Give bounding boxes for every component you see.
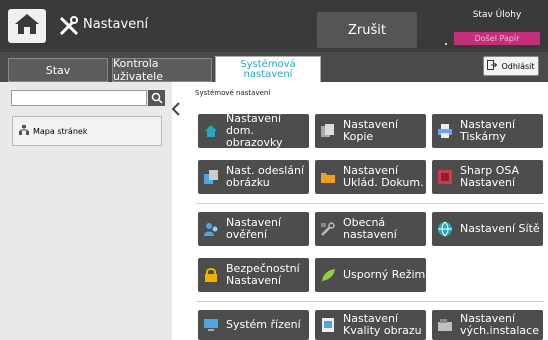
tile-document-filing-settings[interactable]: Nastavení Uklád. Dokum. xyxy=(315,160,426,194)
logout-icon xyxy=(487,60,498,72)
folder-icon xyxy=(319,168,337,186)
job-status-badge: Došel Papír xyxy=(454,32,540,45)
search-input[interactable] xyxy=(11,90,147,106)
home-icon xyxy=(14,13,40,39)
tile-label: Nastavení Uklád. Dokum. xyxy=(343,165,424,189)
system-control-icon xyxy=(202,316,220,334)
tile-label: Obecná nastavení xyxy=(343,217,397,241)
eco-leaf-icon xyxy=(319,266,337,284)
home-icon xyxy=(202,122,220,140)
collapse-sidebar-button[interactable] xyxy=(171,101,181,120)
search-icon xyxy=(151,89,163,108)
tile-label: Nastavení Sítě xyxy=(460,223,540,235)
tab-system-settings[interactable]: Systémová nastavení xyxy=(215,56,321,82)
home-button[interactable] xyxy=(8,9,46,43)
logout-label: Odhlásit xyxy=(501,61,535,71)
tab-status[interactable]: Stav xyxy=(8,58,108,82)
logout-button[interactable]: Odhlásit xyxy=(483,56,539,76)
tile-label: Nastavení ověření xyxy=(226,217,282,241)
indicator-dot xyxy=(445,43,447,45)
tile-sharp-osa-settings[interactable]: Sharp OSA Nastavení xyxy=(432,160,543,194)
sidebar-item-sitemap[interactable]: Mapa stránek xyxy=(12,116,162,146)
search-button[interactable] xyxy=(148,90,165,106)
tab-user-control[interactable]: Kontrola uživatele xyxy=(112,57,212,83)
tile-label: Systém řízení xyxy=(226,319,301,331)
settings-tools-icon xyxy=(56,13,82,39)
group-divider xyxy=(196,203,544,204)
send-image-icon xyxy=(202,168,220,186)
copy-icon xyxy=(319,122,337,140)
tile-default-install-settings[interactable]: Nastavení vých.instalace xyxy=(432,310,543,340)
tile-security-settings[interactable]: Bezpečnostní Nastavení xyxy=(198,258,309,292)
network-icon xyxy=(436,220,454,238)
default-install-icon xyxy=(436,316,454,334)
tile-home-screen-settings[interactable]: Nastavení dom. obrazovky xyxy=(198,113,309,149)
tile-copy-settings[interactable]: Nastavení Kopie xyxy=(315,114,426,148)
tile-general-settings[interactable]: Obecná nastavení xyxy=(315,212,426,246)
chevron-left-icon xyxy=(171,101,180,120)
group-divider xyxy=(196,301,544,302)
tile-energy-save[interactable]: Úsporný Režim xyxy=(315,258,426,292)
tile-network-settings[interactable]: Nastavení Sítě xyxy=(432,212,543,246)
tile-label: Nastavení Kvality obrazu xyxy=(343,313,422,337)
sitemap-label: Mapa stránek xyxy=(33,126,88,136)
page-title: Nastavení xyxy=(83,17,149,32)
tile-label: Bezpečnostní Nastavení xyxy=(226,263,300,287)
tile-label: Nastavení Kopie xyxy=(343,119,399,143)
tile-label: Úsporný Režim xyxy=(343,269,426,281)
printer-icon xyxy=(436,122,454,140)
tile-label: Nast. odeslání obrázku xyxy=(226,165,305,189)
tile-authentication-settings[interactable]: Nastavení ověření xyxy=(198,212,309,246)
tile-system-control[interactable]: Systém řízení xyxy=(198,310,309,340)
authentication-icon xyxy=(202,220,220,238)
tile-printer-settings[interactable]: Nastavení Tiskárny xyxy=(432,114,543,148)
tile-image-send-settings[interactable]: Nast. odeslání obrázku xyxy=(198,160,309,194)
osa-icon xyxy=(436,168,454,186)
lock-icon xyxy=(202,266,220,284)
tile-label: Nastavení dom. obrazovky xyxy=(226,113,283,149)
cancel-button[interactable]: Zrušit xyxy=(317,12,417,48)
tile-image-quality-settings[interactable]: Nastavení Kvality obrazu xyxy=(315,310,426,340)
image-quality-icon xyxy=(319,316,337,334)
tile-label: Sharp OSA Nastavení xyxy=(460,165,520,189)
job-status-label: Stav Úlohy xyxy=(472,10,522,20)
job-status-button[interactable]: Stav Úlohy Došel Papír xyxy=(452,6,542,46)
tile-label: Nastavení vých.instalace xyxy=(460,313,539,337)
general-settings-icon xyxy=(319,220,337,238)
sitemap-icon xyxy=(19,125,29,137)
breadcrumb: Systémové nastavení xyxy=(195,89,271,97)
tile-label: Nastavení Tiskárny xyxy=(460,119,516,143)
